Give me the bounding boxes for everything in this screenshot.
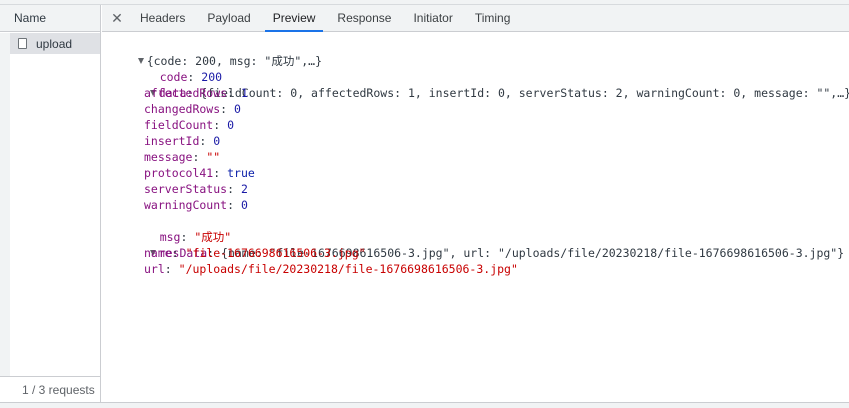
tab-headers[interactable]: Headers [132,5,193,31]
name-column-header[interactable]: Name [0,5,100,32]
bottom-scroll-track[interactable] [0,402,849,408]
json-field-row: serverStatus: 2 [144,182,248,196]
json-field-row: insertId: 0 [144,134,221,148]
json-field-row: name: "file-1676698616506-3.jpg" [144,246,366,260]
json-root-row[interactable]: {code: 200, msg: "成功",…} [110,37,322,68]
json-field-row: affectedRows: 1 [144,86,248,100]
json-msg-row: msg: "成功" [159,230,232,244]
json-field-row: fieldCount: 0 [144,118,235,132]
close-icon[interactable]: ✕ [102,5,132,31]
request-list-gutter [0,33,10,376]
request-row-upload[interactable]: upload [10,33,100,54]
request-count-status: 1 / 3 requests [0,376,100,402]
json-field-row: warningCount: 0 [144,198,248,212]
request-name: upload [36,36,73,51]
tab-response[interactable]: Response [329,5,399,31]
tab-payload[interactable]: Payload [199,5,258,31]
request-list-panel: Name upload 1 / 3 requests [0,5,101,402]
json-field-row: url: "/uploads/file/20230218/file-167669… [144,262,518,276]
tab-timing[interactable]: Timing [467,5,519,31]
tab-preview[interactable]: Preview [264,5,324,32]
json-field-row: protocol41: true [144,166,255,180]
json-data-summary: {fieldCount: 0, affectedRows: 1, insertI… [200,86,849,100]
json-data-row[interactable]: data: {fieldCount: 0, affectedRows: 1, i… [122,69,849,100]
json-resdata-row[interactable]: resData: {name: "file-1676698616506-3.jp… [122,229,844,260]
json-field-row: message: "" [144,150,221,164]
json-code-row: code: 200 [159,70,223,84]
file-icon [18,38,27,49]
detail-tab-bar: ✕ Headers Payload Preview Response Initi… [102,5,849,32]
json-field-row: changedRows: 0 [144,102,241,116]
tab-initiator[interactable]: Initiator [405,5,460,31]
json-preview-pane: {code: 200, msg: "成功",…} code: 200 data:… [102,32,849,402]
